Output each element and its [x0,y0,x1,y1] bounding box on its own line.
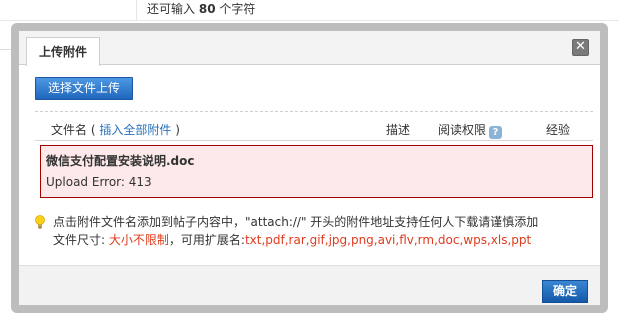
char-counter-value: 80 [198,2,216,16]
help-icon[interactable]: ? [489,126,503,139]
column-read-permission-label: 阅读权限 [438,123,487,137]
paren-close: ) [175,123,180,137]
tab-strip: 上传附件 ✕ [19,31,600,66]
tip-attach-info: 点击附件文件名添加到帖子内容中，"attach://" 开头的附件地址支持任何人… [53,215,539,229]
upload-dialog: 上传附件 ✕ 选择文件上传 文件名 ( 插入全部附件 ) 描述 阅读权限? 经验… [19,31,600,305]
ext-label: ，可用扩展名: [168,233,245,247]
tab-upload-attachment[interactable]: 上传附件 [26,37,100,66]
upload-error-item: 微信支付配置安装说明.doc Upload Error: 413 [40,145,593,198]
char-counter-suffix: 个字符 [219,2,256,16]
size-value: 大小不限制 [108,233,169,247]
confirm-button[interactable]: 确定 [542,280,588,303]
close-icon[interactable]: ✕ [572,39,589,56]
size-label: 文件尺寸: [53,233,106,247]
column-read-permission: 阅读权限? [438,121,503,139]
insert-all-attachments-link[interactable]: 插入全部附件 [99,123,171,137]
lightbulb-icon [35,215,45,229]
tip-file-limits: 文件尺寸: 大小不限制，可用扩展名:txt,pdf,rar,gif,jpg,pn… [53,231,531,249]
dialog-footer: 确定 [19,265,600,305]
paren-open: ( [90,123,96,137]
dialog-frame: 上传附件 ✕ 选择文件上传 文件名 ( 插入全部附件 ) 描述 阅读权限? 经验… [11,23,608,313]
char-counter-prefix: 还可输入 [147,2,196,16]
ext-value: txt,pdf,rar,gif,jpg,png,avi,flv,rm,doc,w… [244,233,532,247]
column-filename: 文件名 ( 插入全部附件 ) [51,121,180,138]
column-filename-label: 文件名 [51,123,88,137]
background-page-bar [0,0,619,21]
column-price: 经验 [546,123,571,137]
error-message: Upload Error: 413 [46,175,152,189]
select-file-upload-button[interactable]: 选择文件上传 [35,77,133,100]
divider [35,111,593,112]
char-counter: 还可输入 80 个字符 [136,0,255,21]
error-file-name: 微信支付配置安装说明.doc [46,154,195,168]
column-description: 描述 [386,123,411,137]
attachment-table-header: 文件名 ( 插入全部附件 ) 描述 阅读权限? 经验 [35,117,593,141]
